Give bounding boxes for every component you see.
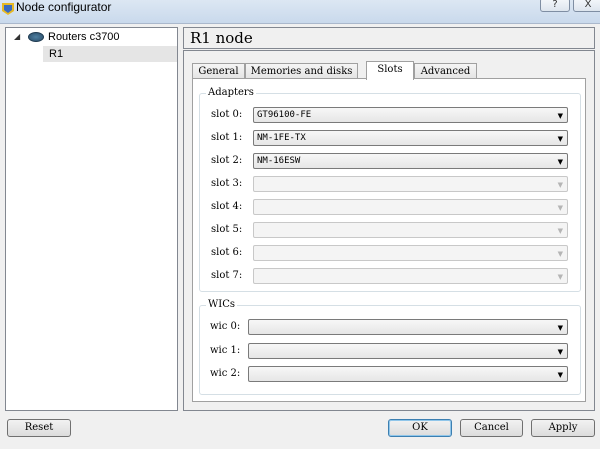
slot-2-combo[interactable]: NM-16ESW ▼ (253, 153, 568, 169)
tab-memories-and-disks[interactable]: Memories and disks (245, 63, 358, 79)
cancel-button[interactable]: Cancel (460, 419, 523, 437)
slot-7-label: slot 7: (211, 270, 243, 281)
node-title: R1 node (183, 27, 595, 49)
slot-2-label: slot 2: (211, 155, 243, 166)
tree-item-r1[interactable]: R1 (43, 46, 177, 62)
ok-button[interactable]: OK (388, 419, 452, 437)
dropdown-arrow-icon: ▼ (557, 348, 563, 356)
wic-2-combo[interactable]: ▼ (248, 366, 568, 382)
wic-0-combo[interactable]: ▼ (248, 319, 568, 335)
slot-2-value: NM-16ESW (257, 156, 301, 166)
app-icon (2, 3, 14, 15)
title-bar: Node configurator ? X (0, 0, 600, 24)
slot-3-combo: ▼ (253, 176, 568, 192)
collapse-arrow-icon[interactable]: ◢ (14, 29, 20, 45)
dropdown-arrow-icon: ▼ (557, 135, 563, 143)
router-icon (28, 32, 44, 42)
dropdown-arrow-icon: ▼ (557, 204, 563, 212)
tree-child-label: R1 (49, 48, 64, 60)
slot-1-combo[interactable]: NM-1FE-TX ▼ (253, 130, 568, 146)
dropdown-arrow-icon: ▼ (557, 227, 563, 235)
slot-6-combo: ▼ (253, 245, 568, 261)
dropdown-arrow-icon: ▼ (557, 371, 563, 379)
close-button[interactable]: X (573, 0, 600, 12)
wic-2-label: wic 2: (210, 368, 241, 379)
slot-0-value: GT96100-FE (257, 110, 312, 120)
slot-4-combo: ▼ (253, 199, 568, 215)
tree-group-label: Routers c3700 (48, 31, 120, 43)
slot-7-combo: ▼ (253, 268, 568, 284)
dropdown-arrow-icon: ▼ (557, 273, 563, 281)
slot-0-label: slot 0: (211, 109, 243, 120)
dropdown-arrow-icon: ▼ (557, 250, 563, 258)
window-title: Node configurator (16, 0, 112, 14)
slot-1-value: NM-1FE-TX (257, 133, 306, 143)
slot-1-label: slot 1: (211, 132, 243, 143)
slot-5-combo: ▼ (253, 222, 568, 238)
adapters-group-title: Adapters (206, 87, 256, 98)
dropdown-arrow-icon: ▼ (557, 324, 563, 332)
node-tree[interactable]: ◢ Routers c3700 R1 (5, 27, 178, 411)
help-button[interactable]: ? (540, 0, 570, 12)
tab-advanced[interactable]: Advanced (414, 63, 477, 79)
tab-slots[interactable]: Slots (366, 61, 414, 80)
dropdown-arrow-icon: ▼ (557, 181, 563, 189)
wics-group-title: WICs (206, 299, 238, 310)
wic-1-combo[interactable]: ▼ (248, 343, 568, 359)
slot-6-label: slot 6: (211, 247, 243, 258)
dropdown-arrow-icon: ▼ (557, 158, 563, 166)
dropdown-arrow-icon: ▼ (557, 112, 563, 120)
wic-1-label: wic 1: (210, 345, 241, 356)
tree-item-routers-c3700[interactable]: ◢ Routers c3700 (6, 29, 177, 45)
wic-0-label: wic 0: (210, 321, 241, 332)
slot-4-label: slot 4: (211, 201, 243, 212)
reset-button[interactable]: Reset (7, 419, 71, 437)
slot-3-label: slot 3: (211, 178, 243, 189)
slot-5-label: slot 5: (211, 224, 243, 235)
tab-general[interactable]: General (192, 63, 245, 79)
slot-0-combo[interactable]: GT96100-FE ▼ (253, 107, 568, 123)
apply-button[interactable]: Apply (531, 419, 595, 437)
